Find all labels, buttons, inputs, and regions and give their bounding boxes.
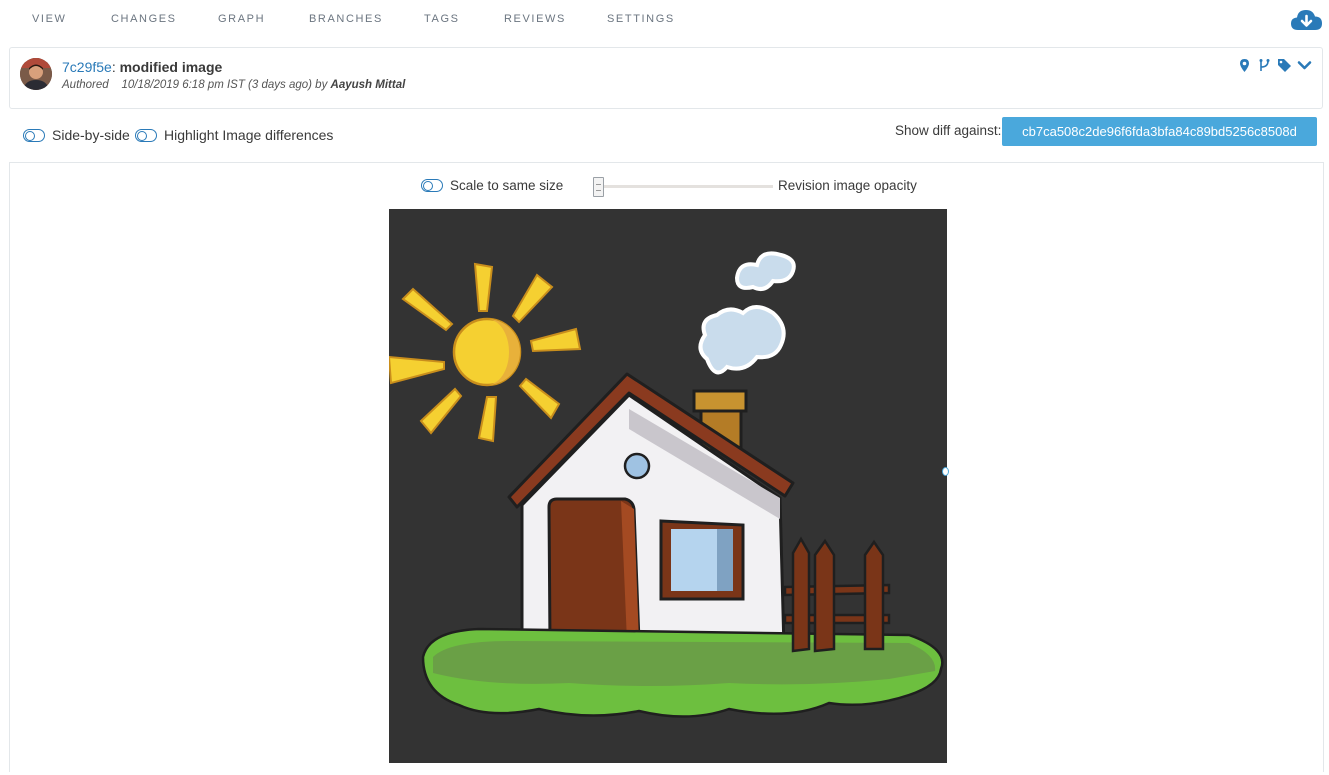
highlight-differences-label: Highlight Image differences [164,127,334,143]
image-edge-handle[interactable] [942,467,949,476]
side-by-side-option: Side-by-side [23,127,130,143]
tab-tags[interactable]: TAGS [424,13,460,25]
scale-to-same-size-label: Scale to same size [450,178,564,193]
commit-actions [1237,58,1312,73]
side-by-side-label: Side-by-side [52,127,130,143]
tab-reviews[interactable]: REVIEWS [504,13,566,25]
opacity-slider-handle[interactable] [593,177,604,197]
side-by-side-toggle[interactable] [23,128,45,142]
tag-icon[interactable] [1277,58,1292,73]
scale-option: Scale to same size [421,178,563,193]
commit-meta: Authored 10/18/2019 6:18 pm IST (3 days … [62,79,405,91]
chevron-down-icon[interactable] [1297,58,1312,73]
commit-hash-link[interactable]: 7c29f5e [62,59,112,75]
map-marker-icon[interactable] [1237,58,1252,73]
opacity-slider-track[interactable] [597,185,773,188]
commit-title: 7c29f5e: modified image [62,59,222,75]
revision-image [387,209,947,763]
authored-label: Authored [62,79,109,91]
scale-to-same-size-toggle[interactable] [421,179,443,192]
diff-against-button[interactable]: cb7ca508c2de96f6fda3bfa84c89bd5256c8508d [1002,117,1317,146]
highlight-differences-option: Highlight Image differences [135,127,333,143]
show-diff-label: Show diff against: [895,123,1002,138]
highlight-differences-toggle[interactable] [135,128,157,142]
commit-message: modified image [119,59,223,75]
tab-graph[interactable]: GRAPH [218,13,265,25]
commit-author[interactable]: Aayush Mittal [331,79,406,91]
tab-branches[interactable]: BRANCHES [309,13,383,25]
tab-view[interactable]: VIEW [32,13,67,25]
top-navigation: VIEW CHANGES GRAPH BRANCHES TAGS REVIEWS… [0,0,1329,40]
avatar[interactable] [20,58,52,90]
cloud-download-icon[interactable] [1290,8,1324,34]
branch-icon[interactable] [1257,58,1272,73]
tab-changes[interactable]: CHANGES [111,13,177,25]
commit-datetime: 10/18/2019 6:18 pm IST (3 days ago) by [121,79,328,91]
commit-separator: : [111,59,116,75]
tab-settings[interactable]: SETTINGS [607,13,675,25]
opacity-slider-label: Revision image opacity [778,178,917,193]
commit-card: 7c29f5e: modified image Authored 10/18/2… [9,47,1323,109]
